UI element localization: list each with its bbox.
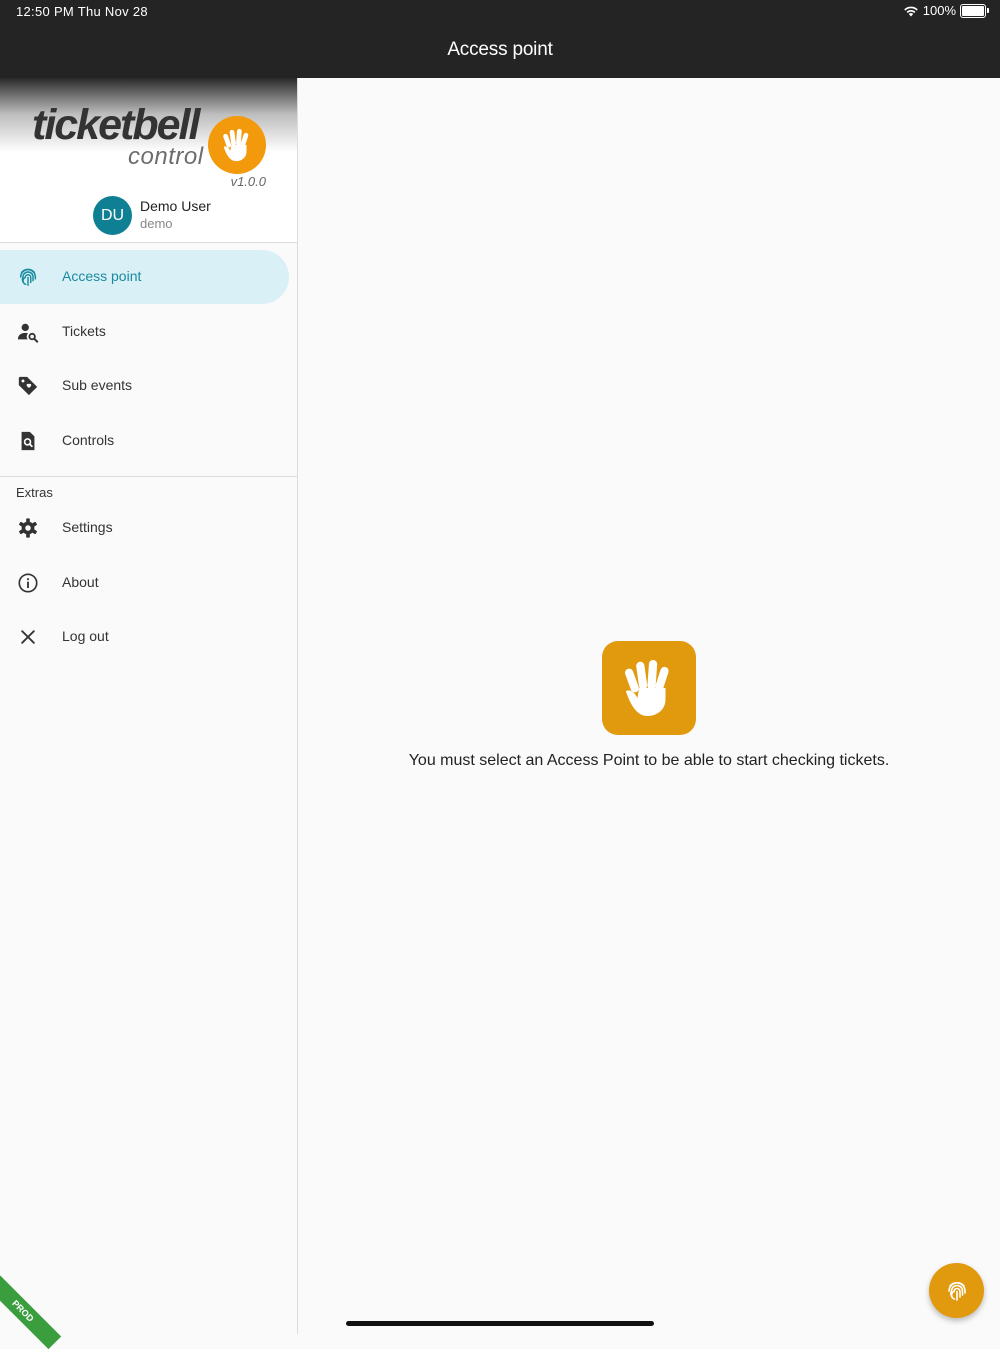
battery-icon [960, 3, 989, 18]
nav-item-label: Access point [62, 268, 142, 284]
nav-item-controls[interactable]: Controls [0, 414, 289, 468]
user-login: demo [140, 216, 173, 231]
logo-subtitle: control [128, 143, 204, 170]
nav-item-sub-events[interactable]: Sub events [0, 359, 289, 413]
info-icon [16, 571, 40, 595]
wifi-icon [903, 6, 918, 16]
document-search-icon [16, 429, 40, 453]
nav-item-settings[interactable]: Settings [0, 501, 289, 555]
person-search-icon [16, 320, 40, 344]
user-name: Demo User [140, 198, 211, 214]
fingerprint-icon [947, 1281, 966, 1301]
tag-icon [16, 374, 40, 398]
status-time: 12:50 PM Thu Nov 28 [16, 4, 148, 19]
nav-item-label: Sub events [62, 377, 133, 393]
logo-wordmark: ticketbell [32, 101, 200, 149]
nav-item-label: About [62, 574, 99, 590]
nav-item-label: Controls [62, 432, 115, 448]
logo-hand-icon [208, 116, 266, 174]
select-access-point-button[interactable] [929, 1263, 984, 1318]
section-label-extras: Extras [16, 485, 53, 500]
divider [0, 476, 297, 477]
status-indicators: 100% [903, 3, 989, 18]
close-icon [16, 625, 40, 649]
app-version: v1.0.0 [230, 174, 266, 189]
drawer-header: ticketbell control v1.0.0 DU Demo User d… [0, 78, 297, 243]
nav-item-label: Tickets [62, 323, 106, 339]
empty-state-message: You must select an Access Point to be ab… [408, 752, 890, 769]
top-bar: 12:50 PM Thu Nov 28 100% Access point [0, 0, 1000, 78]
home-indicator[interactable] [346, 1321, 654, 1326]
nav-item-label: Log out [62, 628, 109, 644]
nav-item-about[interactable]: About [0, 556, 289, 610]
environment-ribbon: PROD [0, 1272, 62, 1349]
gear-icon [16, 516, 40, 540]
nav-item-label: Settings [62, 519, 113, 535]
nav-item-access-point[interactable]: Access point [0, 250, 289, 304]
battery-percent: 100% [922, 3, 956, 18]
hand-icon [602, 641, 696, 735]
nav-item-log-out[interactable]: Log out [0, 610, 289, 664]
nav-item-tickets[interactable]: Tickets [0, 305, 289, 359]
navigation-drawer: ticketbell control v1.0.0 DU Demo User d… [0, 78, 298, 1349]
avatar: DU [93, 196, 132, 235]
fingerprint-icon [16, 265, 40, 289]
page-title: Access point [447, 39, 553, 60]
